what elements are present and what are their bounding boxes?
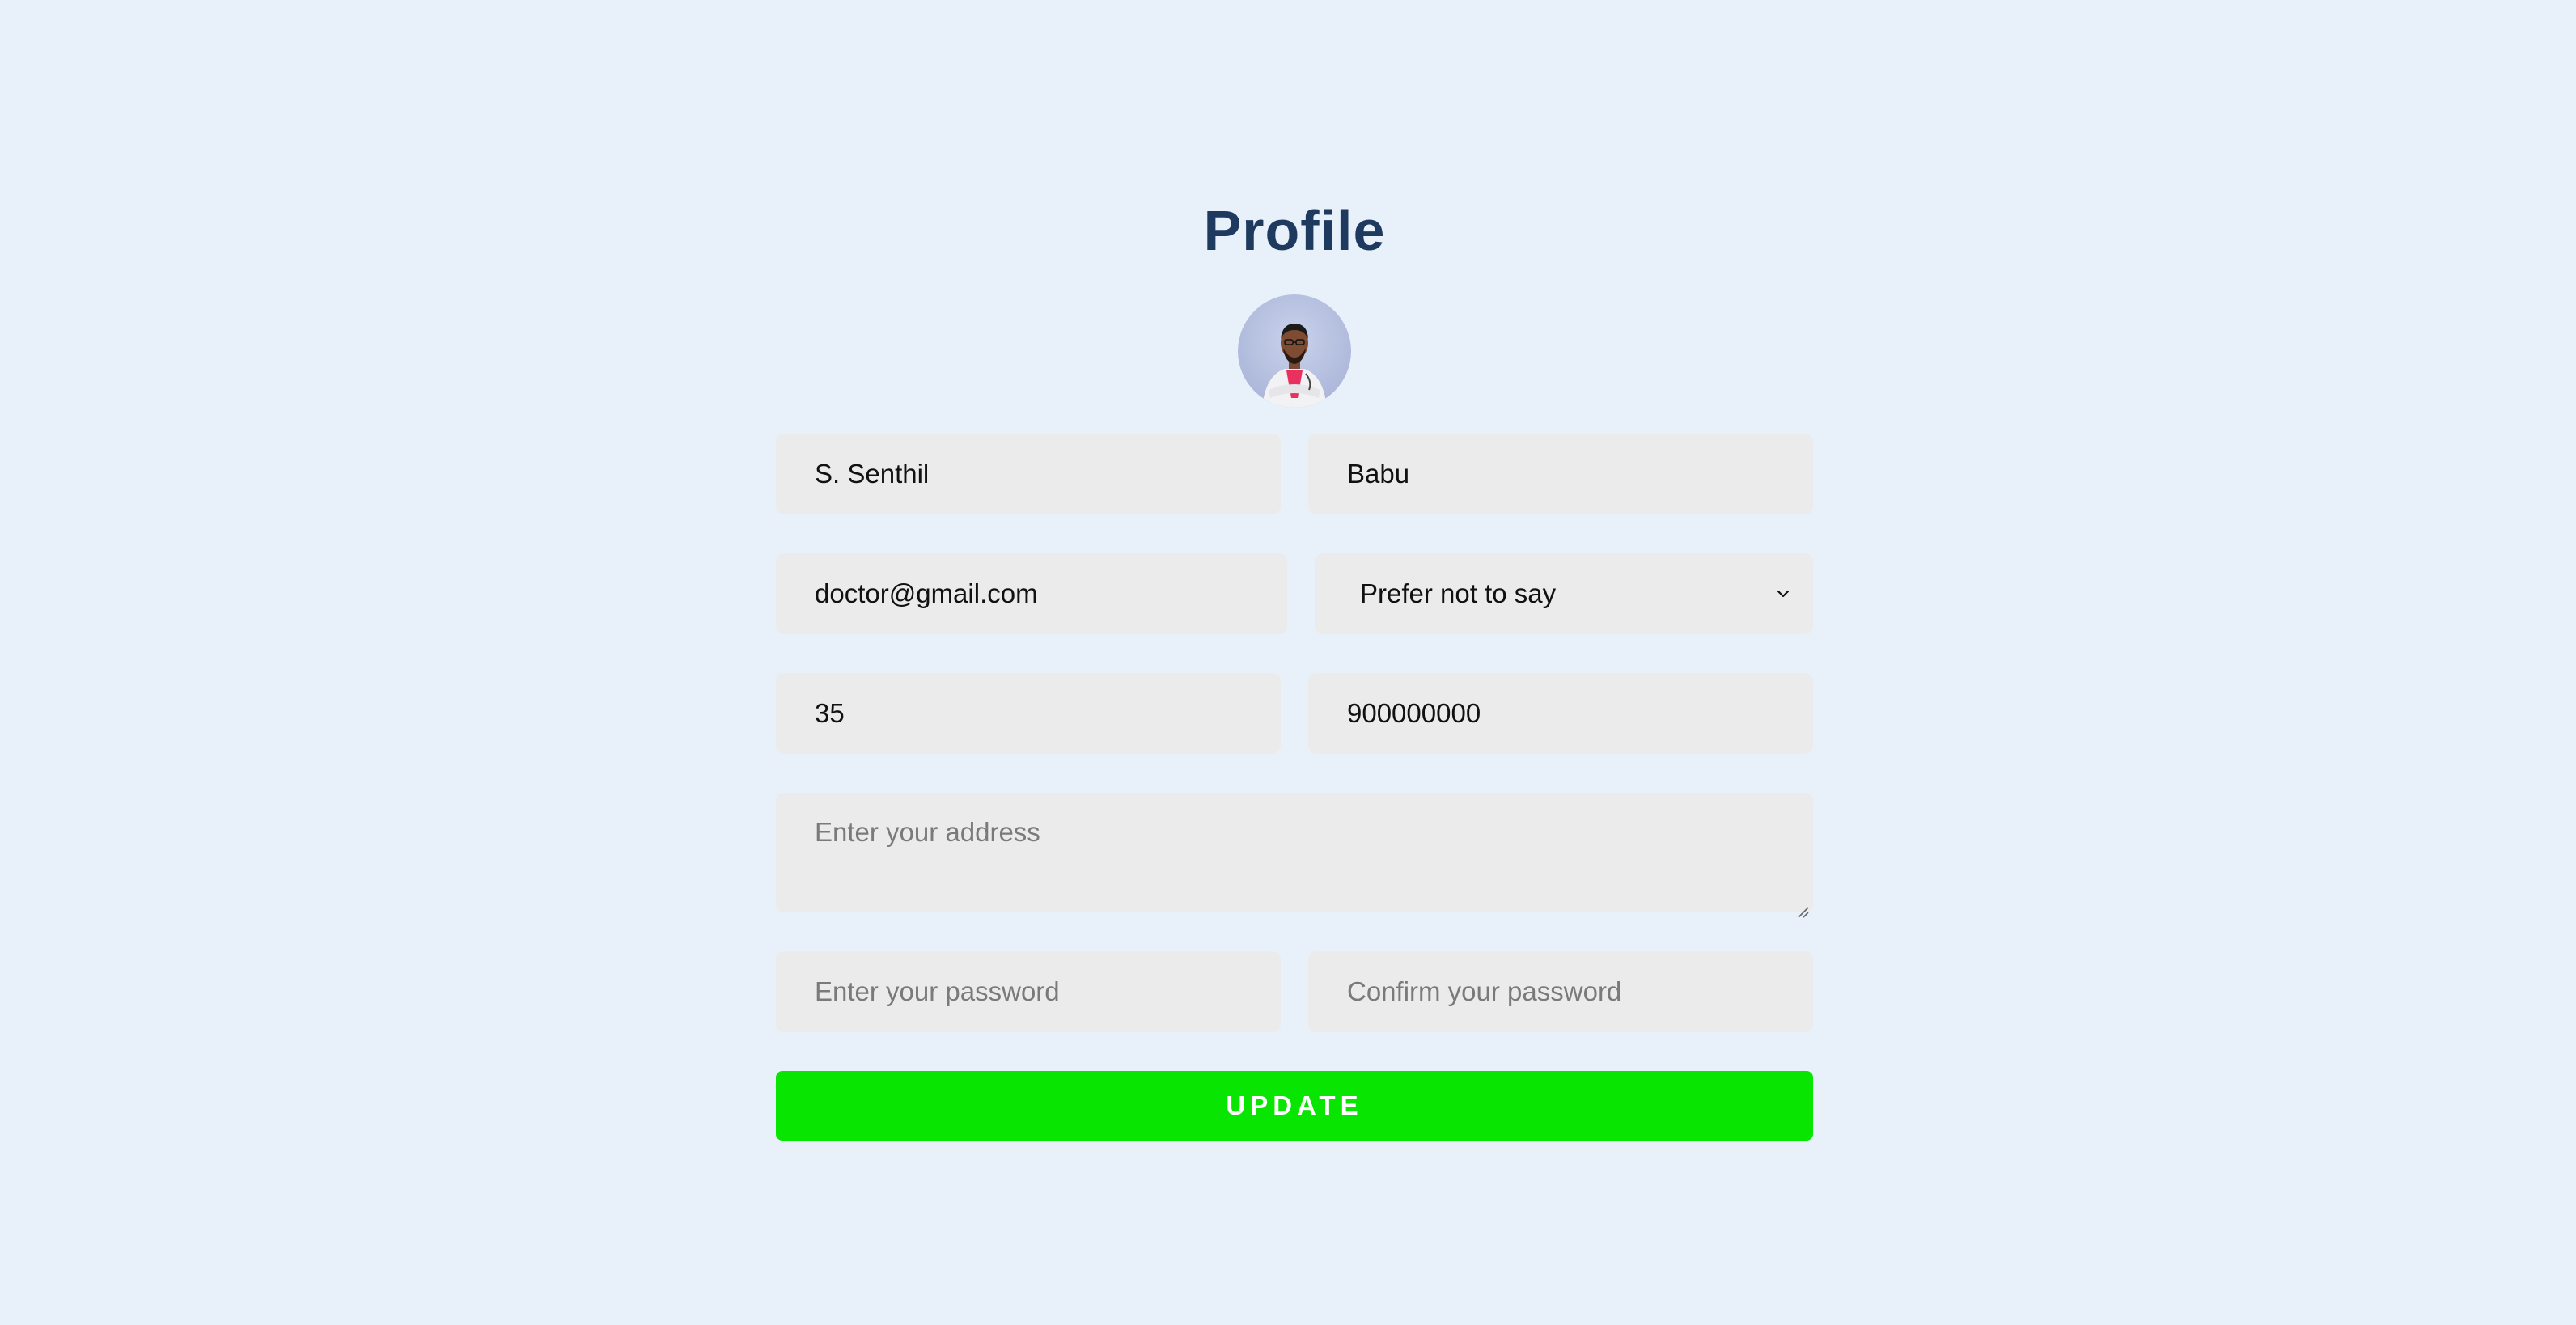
address-textarea[interactable]: Enter your address (776, 793, 1813, 918)
address-placeholder: Enter your address (815, 817, 1040, 847)
email-gender-row: doctor@gmail.com Prefer not to say (776, 553, 1813, 634)
profile-page: Profile S. Senthil Babu doctor@gmail.com… (776, 194, 1813, 1141)
last-name-field[interactable]: Babu (1308, 434, 1813, 514)
chevron-down-icon (1773, 583, 1794, 604)
name-row: S. Senthil Babu (776, 434, 1813, 514)
email-field[interactable]: doctor@gmail.com (776, 553, 1287, 634)
update-button[interactable]: UPDATE (776, 1071, 1813, 1141)
avatar-container (776, 294, 1813, 408)
password-field[interactable]: Enter your password (776, 951, 1281, 1032)
avatar[interactable] (1238, 294, 1351, 408)
profile-form: S. Senthil Babu doctor@gmail.com Prefer … (776, 434, 1813, 1141)
confirm-password-field[interactable]: Confirm your password (1308, 951, 1813, 1032)
password-row: Enter your password Confirm your passwor… (776, 951, 1813, 1032)
gender-select[interactable]: Prefer not to say (1315, 553, 1813, 634)
resize-handle-icon[interactable] (1795, 895, 1810, 918)
age-phone-row: 35 900000000 (776, 673, 1813, 754)
page-title: Profile (1203, 199, 1386, 262)
first-name-field[interactable]: S. Senthil (776, 434, 1281, 514)
doctor-photo-icon (1262, 324, 1327, 408)
age-field[interactable]: 35 (776, 673, 1281, 754)
gender-select-value: Prefer not to say (1360, 578, 1557, 608)
phone-field[interactable]: 900000000 (1308, 673, 1813, 754)
